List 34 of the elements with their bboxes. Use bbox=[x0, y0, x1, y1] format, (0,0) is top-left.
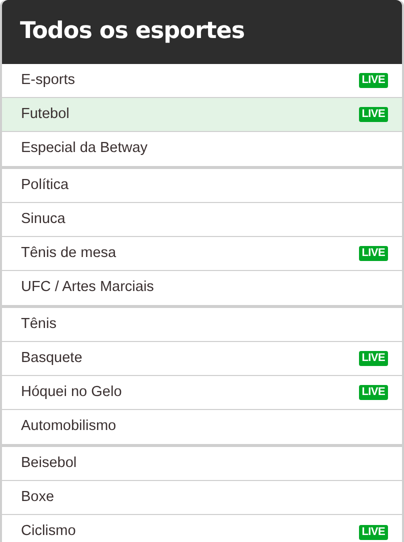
sport-label: Ciclismo bbox=[21, 522, 76, 542]
sport-item[interactable]: Política bbox=[2, 169, 402, 203]
live-badge: LIVE bbox=[358, 107, 388, 122]
sport-label: Beisebol bbox=[21, 454, 77, 473]
sport-item[interactable]: Sinuca bbox=[2, 203, 402, 237]
sport-item[interactable]: Tênis bbox=[2, 308, 402, 342]
sport-label: Política bbox=[21, 176, 69, 195]
live-badge: LIVE bbox=[358, 246, 388, 261]
live-badge: LIVE bbox=[358, 73, 388, 88]
live-badge: LIVE bbox=[358, 524, 388, 540]
sport-item[interactable]: Hóquei no Gelo LIVE bbox=[2, 376, 402, 410]
sport-label: UFC / Artes Marciais bbox=[21, 278, 154, 298]
live-badge: LIVE bbox=[358, 351, 388, 366]
sport-label: Tênis de mesa bbox=[21, 244, 116, 263]
sport-item[interactable]: Especial da Betway bbox=[2, 132, 402, 166]
panel-title: Todos os esportes bbox=[20, 18, 245, 46]
sport-label: Automobilismo bbox=[21, 417, 116, 436]
sport-label: Futebol bbox=[21, 104, 70, 124]
sport-item[interactable]: Beisebol bbox=[2, 447, 402, 481]
sport-label: Hóquei no Gelo bbox=[21, 382, 122, 402]
sport-item[interactable]: Ciclismo LIVE bbox=[2, 515, 402, 542]
sport-item[interactable]: Boxe bbox=[2, 481, 402, 515]
sport-label: Sinuca bbox=[21, 210, 66, 229]
sport-item[interactable]: Basquete LIVE bbox=[2, 342, 402, 376]
sport-label: Especial da Betway bbox=[21, 139, 148, 158]
sport-label: Boxe bbox=[21, 488, 54, 507]
sport-label: Tênis bbox=[21, 314, 56, 334]
sport-label: E-sports bbox=[21, 70, 75, 90]
sport-item[interactable]: Futebol LIVE bbox=[2, 98, 402, 132]
sport-label: Basquete bbox=[21, 348, 82, 368]
sport-item[interactable]: Automobilismo bbox=[2, 410, 402, 444]
sport-item[interactable]: Tênis de mesa LIVE bbox=[2, 237, 402, 271]
live-badge: LIVE bbox=[358, 385, 388, 400]
sport-item[interactable]: UFC / Artes Marciais bbox=[2, 271, 402, 305]
